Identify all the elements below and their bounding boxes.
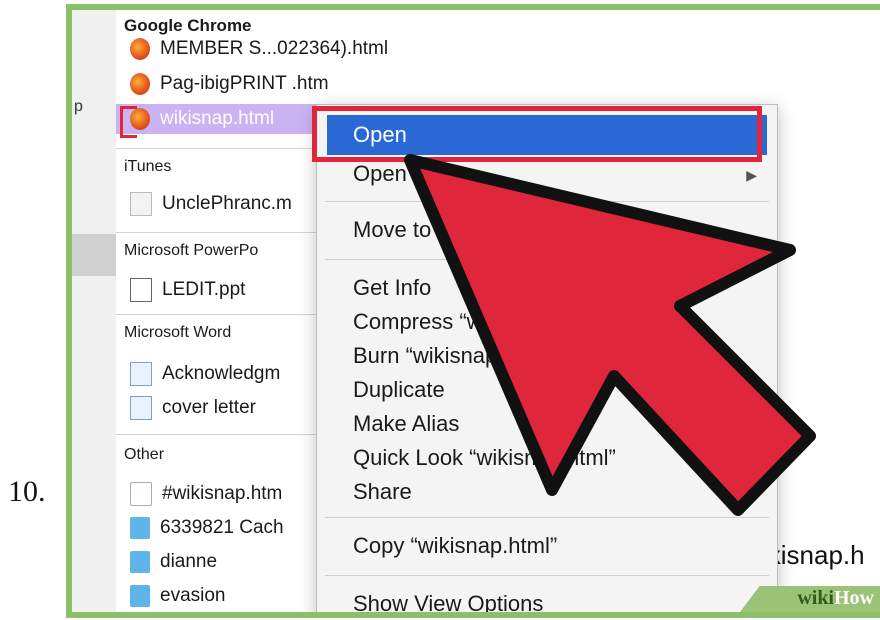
file-name: 6339821 Cach [160, 517, 284, 538]
sidebar-char: p [74, 98, 83, 115]
ppt-icon [130, 278, 152, 302]
music-file-icon [130, 192, 152, 216]
group-header-itunes: iTunes [124, 158, 172, 175]
list-item[interactable]: cover letter [130, 394, 256, 422]
group-header-other: Other [124, 446, 165, 463]
menu-item-show-view-options[interactable]: Show View Options [353, 591, 543, 612]
list-item[interactable]: 6339821 Cach [130, 514, 284, 542]
pointer-arrow-icon [404, 154, 816, 516]
file-name: dianne [160, 551, 218, 572]
word-doc-icon [130, 396, 152, 420]
group-header-google-chrome: Google Chrome [124, 16, 252, 35]
folder-icon [130, 517, 150, 539]
file-name: #wikisnap.htm [162, 483, 283, 504]
list-item-wikisnap[interactable]: wikisnap.html [130, 105, 274, 133]
watermark-part2: How [834, 587, 874, 609]
list-item[interactable]: LEDIT.ppt [130, 276, 245, 304]
word-doc-icon [130, 362, 152, 386]
file-name: cover letter [162, 397, 256, 418]
file-name: Pag-ibigPRINT .htm [160, 73, 329, 94]
file-name: wikisnap.html [160, 108, 275, 129]
finder-sidebar: p [72, 10, 116, 612]
file-name: MEMBER S...022364).html [160, 38, 389, 59]
menu-separator [325, 575, 769, 576]
finder-window: p Google Chrome MEMBER S...022364).html … [72, 10, 880, 612]
firefox-icon [130, 73, 150, 95]
sidebar-selection [72, 234, 116, 276]
file-name: Acknowledgm [162, 363, 281, 384]
list-item[interactable]: UnclePhranc.m [130, 190, 292, 218]
wikihow-watermark: wikiHow [797, 587, 874, 610]
file-name: evasion [160, 585, 226, 606]
file-name: LEDIT.ppt [162, 279, 246, 300]
list-item[interactable]: MEMBER S...022364).html [130, 38, 388, 60]
list-item[interactable]: Acknowledgm [130, 360, 280, 388]
firefox-icon [130, 38, 150, 60]
list-item[interactable]: Pag-ibigPRINT .htm [130, 70, 329, 98]
list-item[interactable]: dianne [130, 548, 217, 576]
list-item[interactable]: evasion [130, 582, 226, 610]
firefox-icon [130, 108, 150, 130]
document-icon [130, 482, 152, 506]
watermark-part1: wiki [797, 587, 834, 609]
folder-icon [130, 551, 150, 573]
list-item[interactable]: #wikisnap.htm [130, 480, 282, 508]
group-header-word: Microsoft Word [124, 324, 232, 341]
group-header-powerpoint: Microsoft PowerPo [124, 242, 259, 259]
step-number: 10. [8, 475, 46, 508]
file-name: UnclePhranc.m [162, 193, 292, 214]
folder-icon [130, 585, 150, 607]
screenshot-frame: p Google Chrome MEMBER S...022364).html … [66, 4, 880, 618]
